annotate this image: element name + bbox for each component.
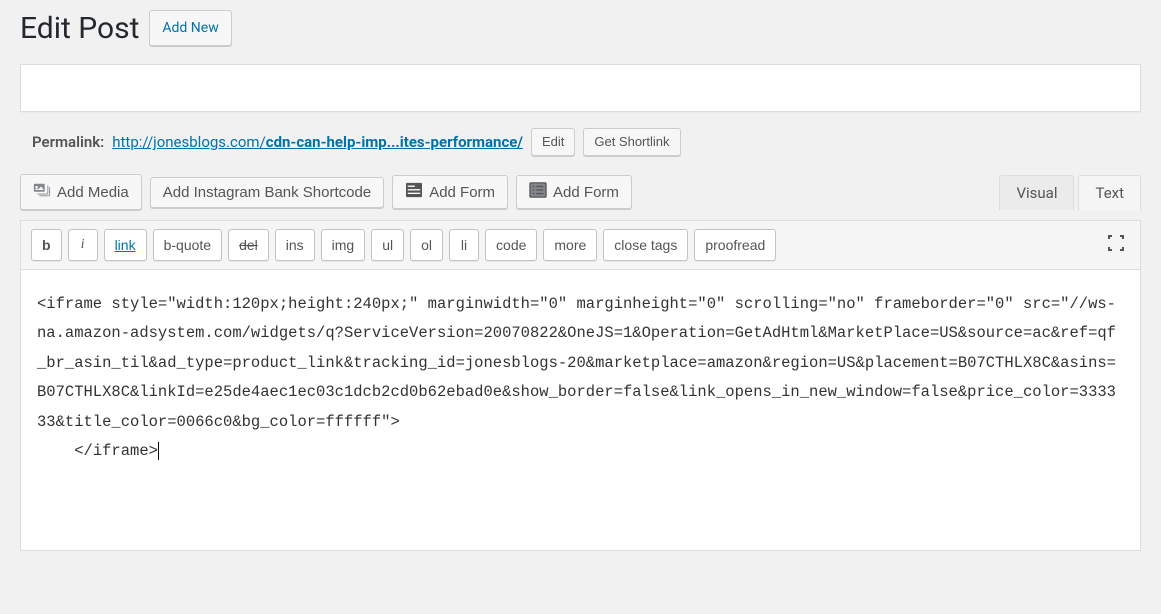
- add-new-button[interactable]: Add New: [149, 10, 231, 46]
- add-form-label-1: Add Form: [429, 184, 495, 201]
- fullscreen-icon[interactable]: [1102, 229, 1130, 261]
- editor-mode-tabs: Visual Text: [995, 174, 1141, 210]
- quicktag-ins[interactable]: ins: [275, 229, 315, 261]
- media-icon: [33, 181, 51, 203]
- permalink-base: http://jonesblogs.com/: [112, 133, 266, 151]
- tab-text[interactable]: Text: [1078, 175, 1141, 211]
- permalink-slug: cdn-can-help-imp...ites-performance/: [266, 133, 523, 151]
- quicktag-code[interactable]: code: [485, 229, 537, 261]
- add-instagram-shortcode-button[interactable]: Add Instagram Bank Shortcode: [150, 177, 384, 208]
- quicktag-italic[interactable]: i: [68, 229, 98, 261]
- get-shortlink-button[interactable]: Get Shortlink: [583, 128, 680, 156]
- quicktags-toolbar: b i link b-quote del ins img ul ol li co…: [20, 220, 1141, 269]
- editor-text: <iframe style="width:120px;height:240px;…: [37, 295, 1116, 460]
- post-title-container: [20, 64, 1141, 112]
- quicktag-more[interactable]: more: [543, 229, 597, 261]
- quicktag-link[interactable]: link: [104, 229, 147, 261]
- list-icon: [529, 182, 547, 202]
- form-icon: [405, 182, 423, 202]
- add-form-button-2[interactable]: Add Form: [516, 175, 632, 209]
- add-media-label: Add Media: [57, 184, 129, 201]
- add-form-button-1[interactable]: Add Form: [392, 175, 508, 209]
- edit-permalink-button[interactable]: Edit: [531, 128, 575, 156]
- post-title-input[interactable]: [21, 65, 1140, 111]
- quicktag-del[interactable]: del: [228, 229, 269, 261]
- quicktag-close-tags[interactable]: close tags: [603, 229, 688, 261]
- quicktag-ul[interactable]: ul: [371, 229, 404, 261]
- post-content-textarea[interactable]: <iframe style="width:120px;height:240px;…: [37, 290, 1124, 530]
- quicktag-img[interactable]: img: [321, 229, 366, 261]
- permalink-row: Permalink: http://jonesblogs.com/cdn-can…: [20, 128, 1141, 174]
- permalink-link[interactable]: http://jonesblogs.com/cdn-can-help-imp..…: [112, 133, 523, 151]
- add-form-label-2: Add Form: [553, 184, 619, 201]
- quicktag-proofread[interactable]: proofread: [694, 229, 776, 261]
- quicktag-ol[interactable]: ol: [410, 229, 443, 261]
- quicktag-bold[interactable]: b: [31, 229, 62, 261]
- editor-content-area: <iframe style="width:120px;height:240px;…: [20, 269, 1141, 551]
- quicktag-blockquote[interactable]: b-quote: [153, 229, 222, 261]
- permalink-label: Permalink:: [32, 133, 104, 151]
- page-title: Edit Post: [20, 11, 139, 46]
- quicktag-li[interactable]: li: [449, 229, 479, 261]
- tab-visual[interactable]: Visual: [999, 175, 1074, 210]
- text-cursor: [158, 442, 159, 460]
- add-media-button[interactable]: Add Media: [20, 174, 142, 210]
